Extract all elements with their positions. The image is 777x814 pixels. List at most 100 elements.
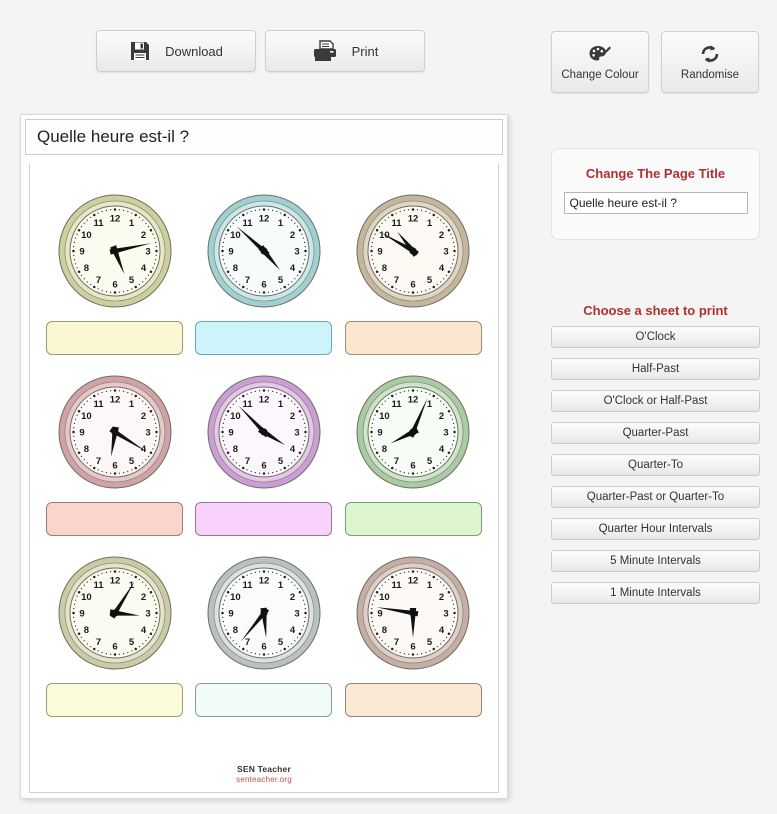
- clock-cell: 12 1 2 3 4 5 6 7 8 9 10 11: [40, 191, 189, 355]
- svg-text:9: 9: [79, 246, 84, 257]
- page-title-input[interactable]: [563, 192, 748, 214]
- clock-cell: 12 1 2 3 4 5 6 7 8 9 10 11: [40, 553, 189, 717]
- svg-text:9: 9: [378, 246, 383, 257]
- svg-text:10: 10: [379, 230, 390, 241]
- sheet-type-button[interactable]: 5 Minute Intervals: [551, 550, 760, 572]
- clock-9: 12 1 2 3 4 5 6 7 8 9 10 11: [353, 553, 473, 673]
- sheet-type-button[interactable]: Quarter Hour Intervals: [551, 518, 760, 540]
- svg-text:3: 3: [294, 246, 299, 257]
- svg-text:3: 3: [145, 608, 150, 619]
- svg-text:3: 3: [294, 427, 299, 438]
- sheet-type-button[interactable]: O'Clock: [551, 326, 760, 348]
- svg-text:9: 9: [79, 608, 84, 619]
- svg-text:11: 11: [392, 218, 403, 229]
- clock-cell: 12 1 2 3 4 5 6 7 8 9 10 11: [189, 372, 338, 536]
- svg-text:6: 6: [411, 279, 416, 290]
- print-button-label: Print: [351, 43, 379, 59]
- svg-text:4: 4: [439, 625, 445, 636]
- clock-8: 12 1 2 3 4 5 6 7 8 9 10 11: [204, 553, 324, 673]
- svg-text:4: 4: [290, 444, 296, 455]
- svg-text:7: 7: [96, 275, 101, 286]
- svg-text:3: 3: [294, 608, 299, 619]
- svg-text:7: 7: [245, 456, 250, 467]
- clock-4: 12 1 2 3 4 5 6 7 8 9 10 11: [55, 372, 175, 492]
- svg-text:5: 5: [427, 456, 433, 467]
- svg-text:5: 5: [427, 637, 433, 648]
- clock-cell: 12 1 2 3 4 5 6 7 8 9 10 11: [189, 553, 338, 717]
- svg-text:7: 7: [245, 275, 250, 286]
- worksheet-body: 12 1 2 3 4 5 6 7 8 9 10 11 12 1 2 3 4 5 6 7 8 9 10 11 12 1 2 3 4 5 6 7 8…: [29, 163, 499, 793]
- sheet-type-button[interactable]: O'Clock or Half-Past: [551, 390, 760, 412]
- svg-text:6: 6: [112, 279, 117, 290]
- sheet-type-button[interactable]: Quarter-To: [551, 454, 760, 476]
- sheet-type-button[interactable]: 1 Minute Intervals: [551, 582, 760, 604]
- svg-text:2: 2: [141, 230, 146, 241]
- answer-box: [344, 502, 482, 536]
- svg-text:7: 7: [96, 637, 101, 648]
- svg-text:12: 12: [408, 394, 419, 405]
- svg-text:1: 1: [278, 580, 284, 591]
- svg-text:2: 2: [141, 592, 146, 603]
- svg-text:3: 3: [444, 427, 449, 438]
- change-page-title-panel: Change The Page Title: [551, 148, 760, 240]
- svg-text:8: 8: [382, 263, 387, 274]
- svg-text:12: 12: [259, 575, 270, 586]
- download-button[interactable]: Download: [96, 30, 256, 72]
- palette-icon: [588, 43, 612, 65]
- svg-text:4: 4: [290, 625, 296, 636]
- svg-text:12: 12: [109, 394, 120, 405]
- footer-brand: SEN Teacher: [236, 764, 291, 775]
- svg-text:11: 11: [392, 580, 403, 591]
- worksheet-title: Quelle heure est-il ?: [25, 119, 503, 155]
- svg-text:11: 11: [392, 399, 403, 410]
- svg-text:11: 11: [93, 580, 104, 591]
- svg-text:8: 8: [233, 444, 238, 455]
- clock-3: 12 1 2 3 4 5 6 7 8 9 10 11: [353, 191, 473, 311]
- randomise-button[interactable]: Randomise: [661, 31, 759, 93]
- svg-text:6: 6: [261, 460, 266, 471]
- svg-text:11: 11: [93, 218, 104, 229]
- svg-text:7: 7: [394, 637, 399, 648]
- worksheet-footer: SEN Teacher senteacher.org: [30, 764, 498, 784]
- svg-text:8: 8: [233, 625, 238, 636]
- sheet-type-button[interactable]: Half-Past: [551, 358, 760, 380]
- svg-text:12: 12: [259, 394, 270, 405]
- sheet-type-button[interactable]: Quarter-Past or Quarter-To: [551, 486, 760, 508]
- print-button[interactable]: Print: [265, 30, 425, 72]
- answer-box: [344, 683, 482, 717]
- clock-cell: 12 1 2 3 4 5 6 7 8 9 10 11: [339, 553, 488, 717]
- svg-text:8: 8: [382, 625, 387, 636]
- svg-text:4: 4: [141, 625, 147, 636]
- change-colour-button[interactable]: Change Colour: [551, 31, 649, 93]
- svg-text:9: 9: [228, 246, 233, 257]
- answer-box: [195, 321, 333, 355]
- clock-1: 12 1 2 3 4 5 6 7 8 9 10 11: [55, 191, 175, 311]
- svg-text:5: 5: [278, 275, 284, 286]
- svg-text:3: 3: [145, 246, 150, 257]
- svg-text:6: 6: [261, 279, 266, 290]
- svg-text:2: 2: [439, 592, 444, 603]
- clock-2: 12 1 2 3 4 5 6 7 8 9 10 11: [204, 191, 324, 311]
- svg-text:11: 11: [242, 580, 253, 591]
- svg-text:12: 12: [109, 575, 120, 586]
- refresh-cycle-icon: [698, 43, 722, 65]
- svg-text:8: 8: [83, 625, 88, 636]
- svg-text:5: 5: [129, 637, 135, 648]
- sheet-type-list: O'Clock Half-Past O'Clock or Half-Past Quar…: [551, 326, 760, 614]
- svg-text:9: 9: [378, 608, 383, 619]
- svg-text:2: 2: [439, 230, 444, 241]
- answer-box: [46, 502, 184, 536]
- choose-sheet-heading: Choose a sheet to print: [583, 303, 728, 318]
- svg-text:3: 3: [444, 608, 449, 619]
- worksheet-preview: Quelle heure est-il ? 12 1 2 3 4 5 6 7 8 9 10 11 12 1…: [20, 114, 508, 799]
- change-colour-button-label: Change Colour: [561, 69, 639, 81]
- svg-text:11: 11: [242, 218, 253, 229]
- sheet-type-button[interactable]: Quarter-Past: [551, 422, 760, 444]
- clock-cell: 12 1 2 3 4 5 6 7 8 9 10 11: [339, 191, 488, 355]
- svg-text:10: 10: [379, 411, 390, 422]
- svg-text:5: 5: [278, 637, 284, 648]
- svg-text:3: 3: [145, 427, 150, 438]
- svg-text:1: 1: [278, 399, 284, 410]
- svg-text:11: 11: [93, 399, 104, 410]
- svg-text:5: 5: [278, 456, 284, 467]
